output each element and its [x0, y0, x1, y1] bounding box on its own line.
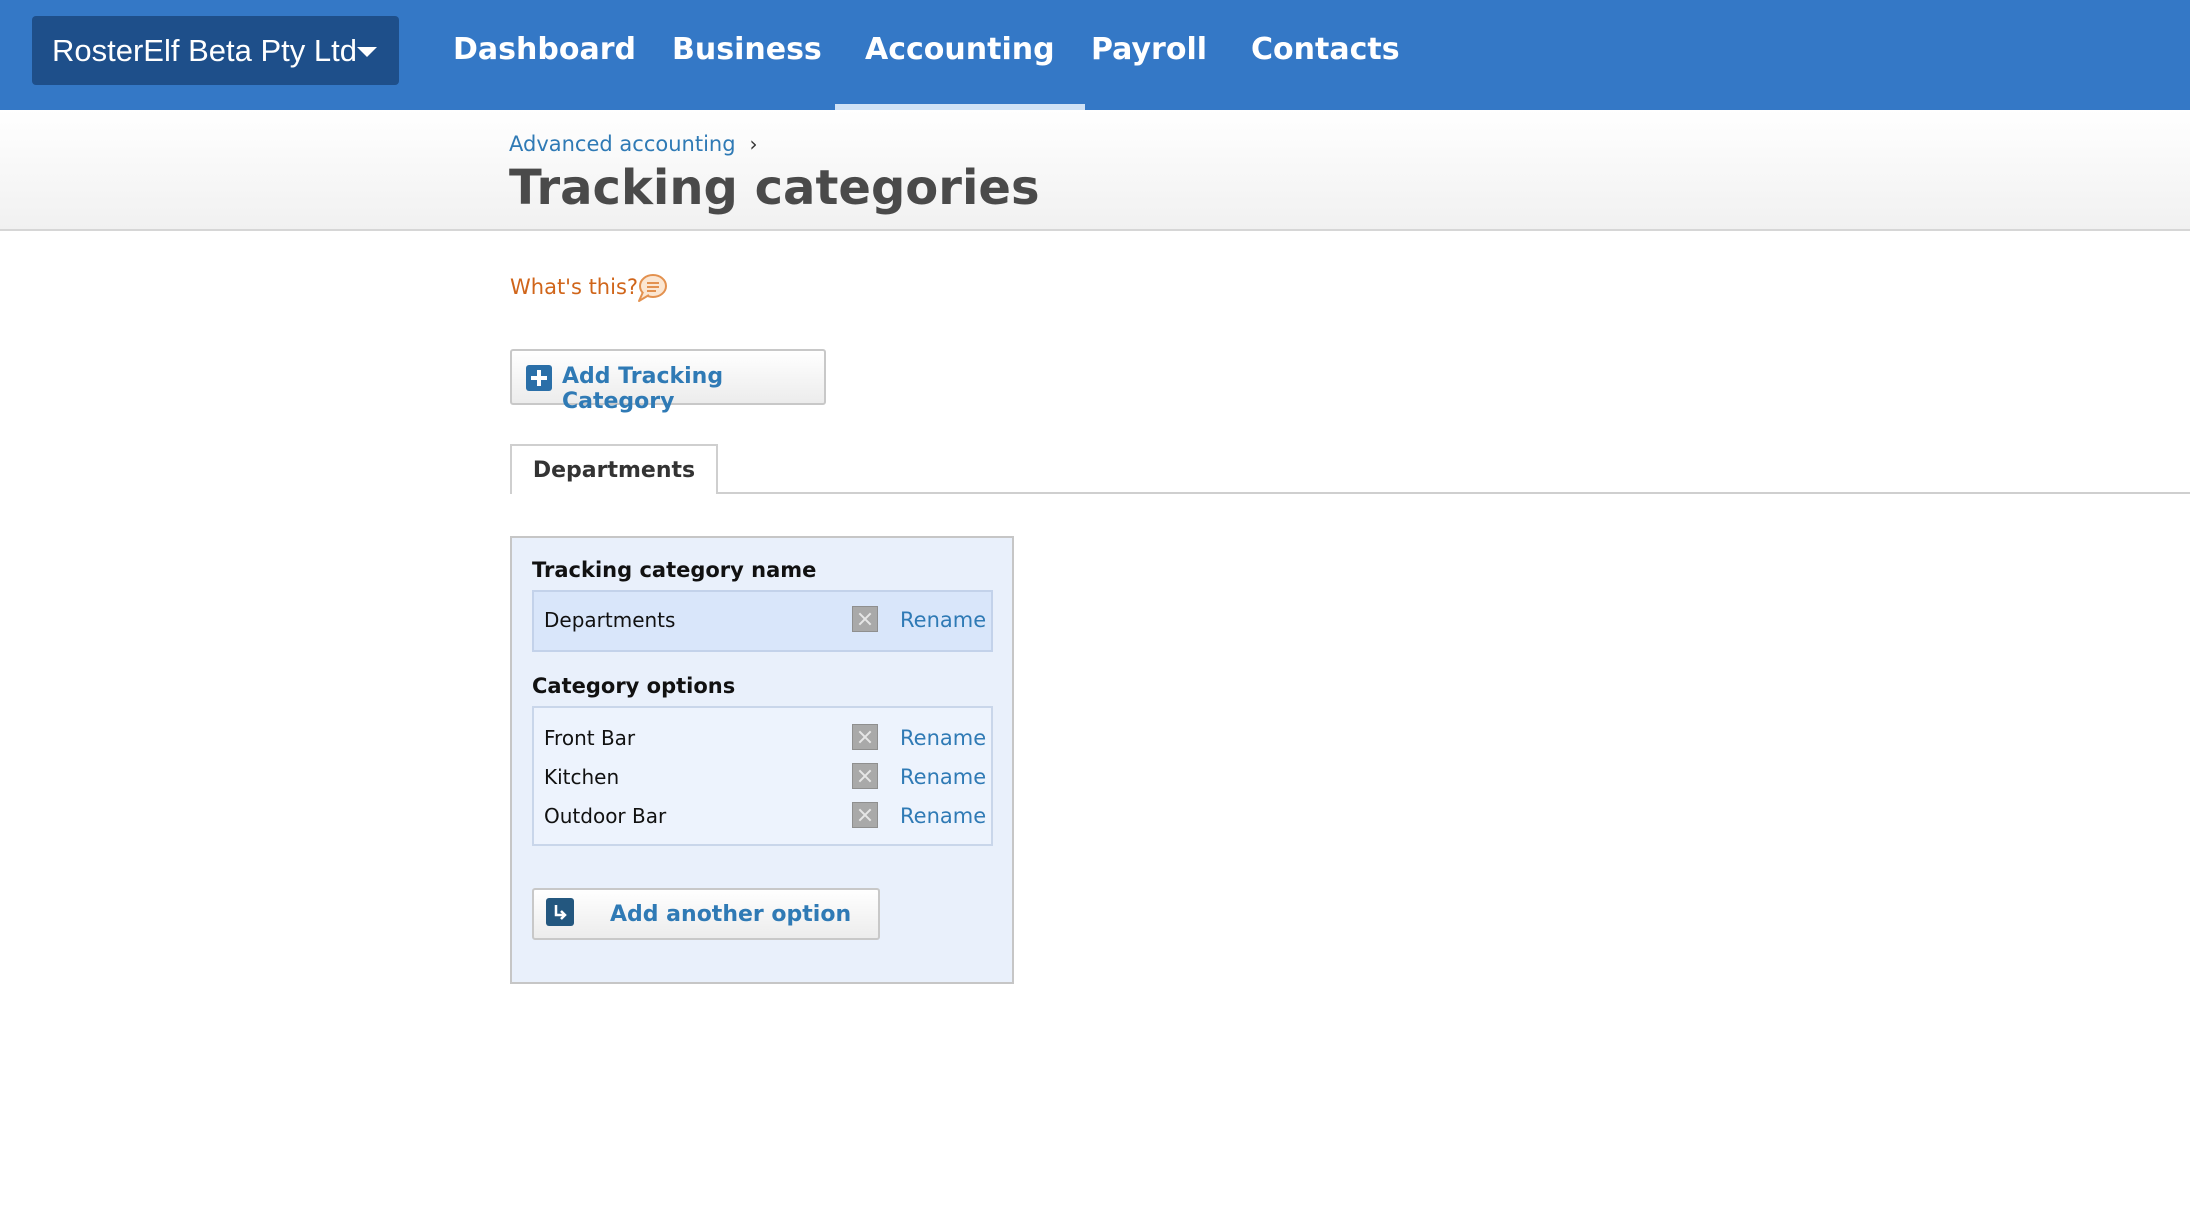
- speech-bubble-icon[interactable]: [636, 273, 668, 303]
- add-tracking-category-label: Add Tracking Category: [562, 364, 724, 414]
- option-row-outdoor-bar: Outdoor Bar Rename: [534, 798, 991, 836]
- org-name: RosterElf Beta Pty Ltd: [52, 33, 357, 68]
- tracking-category-name-label: Tracking category name: [532, 558, 817, 582]
- breadcrumb: Advanced accounting ›: [509, 132, 758, 156]
- category-name-value: Departments: [544, 608, 676, 632]
- nav-dashboard[interactable]: Dashboard: [453, 0, 636, 110]
- page-header: Advanced accounting › Tracking categories: [0, 110, 2190, 231]
- breadcrumb-link-advanced-accounting[interactable]: Advanced accounting: [509, 132, 736, 156]
- breadcrumb-separator: ›: [749, 132, 758, 156]
- nav-accounting[interactable]: Accounting: [835, 0, 1085, 110]
- delete-icon[interactable]: [852, 802, 878, 828]
- delete-icon[interactable]: [852, 724, 878, 750]
- option-row-kitchen: Kitchen Rename: [534, 759, 991, 797]
- tracking-category-name-row: Departments Rename: [532, 590, 993, 652]
- option-row-front-bar: Front Bar Rename: [534, 720, 991, 758]
- delete-icon[interactable]: [852, 606, 878, 632]
- tab-bar-divider: [510, 492, 2190, 494]
- rename-option-link[interactable]: Rename: [900, 804, 986, 828]
- add-tracking-category-button[interactable]: Add Tracking Category: [510, 349, 826, 414]
- caret-down-icon: [357, 47, 377, 57]
- category-options-list: Front Bar Rename Kitchen Rename Outdoor …: [532, 706, 993, 846]
- rename-option-link[interactable]: Rename: [900, 765, 986, 789]
- org-switcher-button[interactable]: RosterElf Beta Pty Ltd: [32, 16, 399, 85]
- tracking-category-panel: Tracking category name Departments Renam…: [510, 536, 1014, 984]
- delete-icon[interactable]: [852, 763, 878, 789]
- category-options-label: Category options: [532, 674, 736, 698]
- tab-departments[interactable]: Departments: [510, 444, 718, 494]
- nav-business[interactable]: Business: [672, 0, 822, 110]
- plus-icon: [526, 365, 552, 391]
- nav-payroll[interactable]: Payroll: [1091, 0, 1207, 110]
- return-arrow-icon: [546, 898, 574, 926]
- whats-this-link[interactable]: What's this?: [510, 275, 638, 299]
- option-label: Kitchen: [544, 765, 620, 789]
- page-title: Tracking categories: [509, 160, 1040, 216]
- option-label: Front Bar: [544, 726, 636, 750]
- rename-option-link[interactable]: Rename: [900, 726, 986, 750]
- top-nav-bar: RosterElf Beta Pty Ltd Dashboard Busines…: [0, 0, 2190, 110]
- nav-contacts[interactable]: Contacts: [1251, 0, 1400, 110]
- category-name-row: Departments Rename: [534, 602, 991, 640]
- add-another-option-label: Add another option: [610, 902, 852, 927]
- option-label: Outdoor Bar: [544, 804, 667, 828]
- add-another-option-button[interactable]: Add another option: [532, 888, 880, 940]
- rename-category-link[interactable]: Rename: [900, 608, 986, 632]
